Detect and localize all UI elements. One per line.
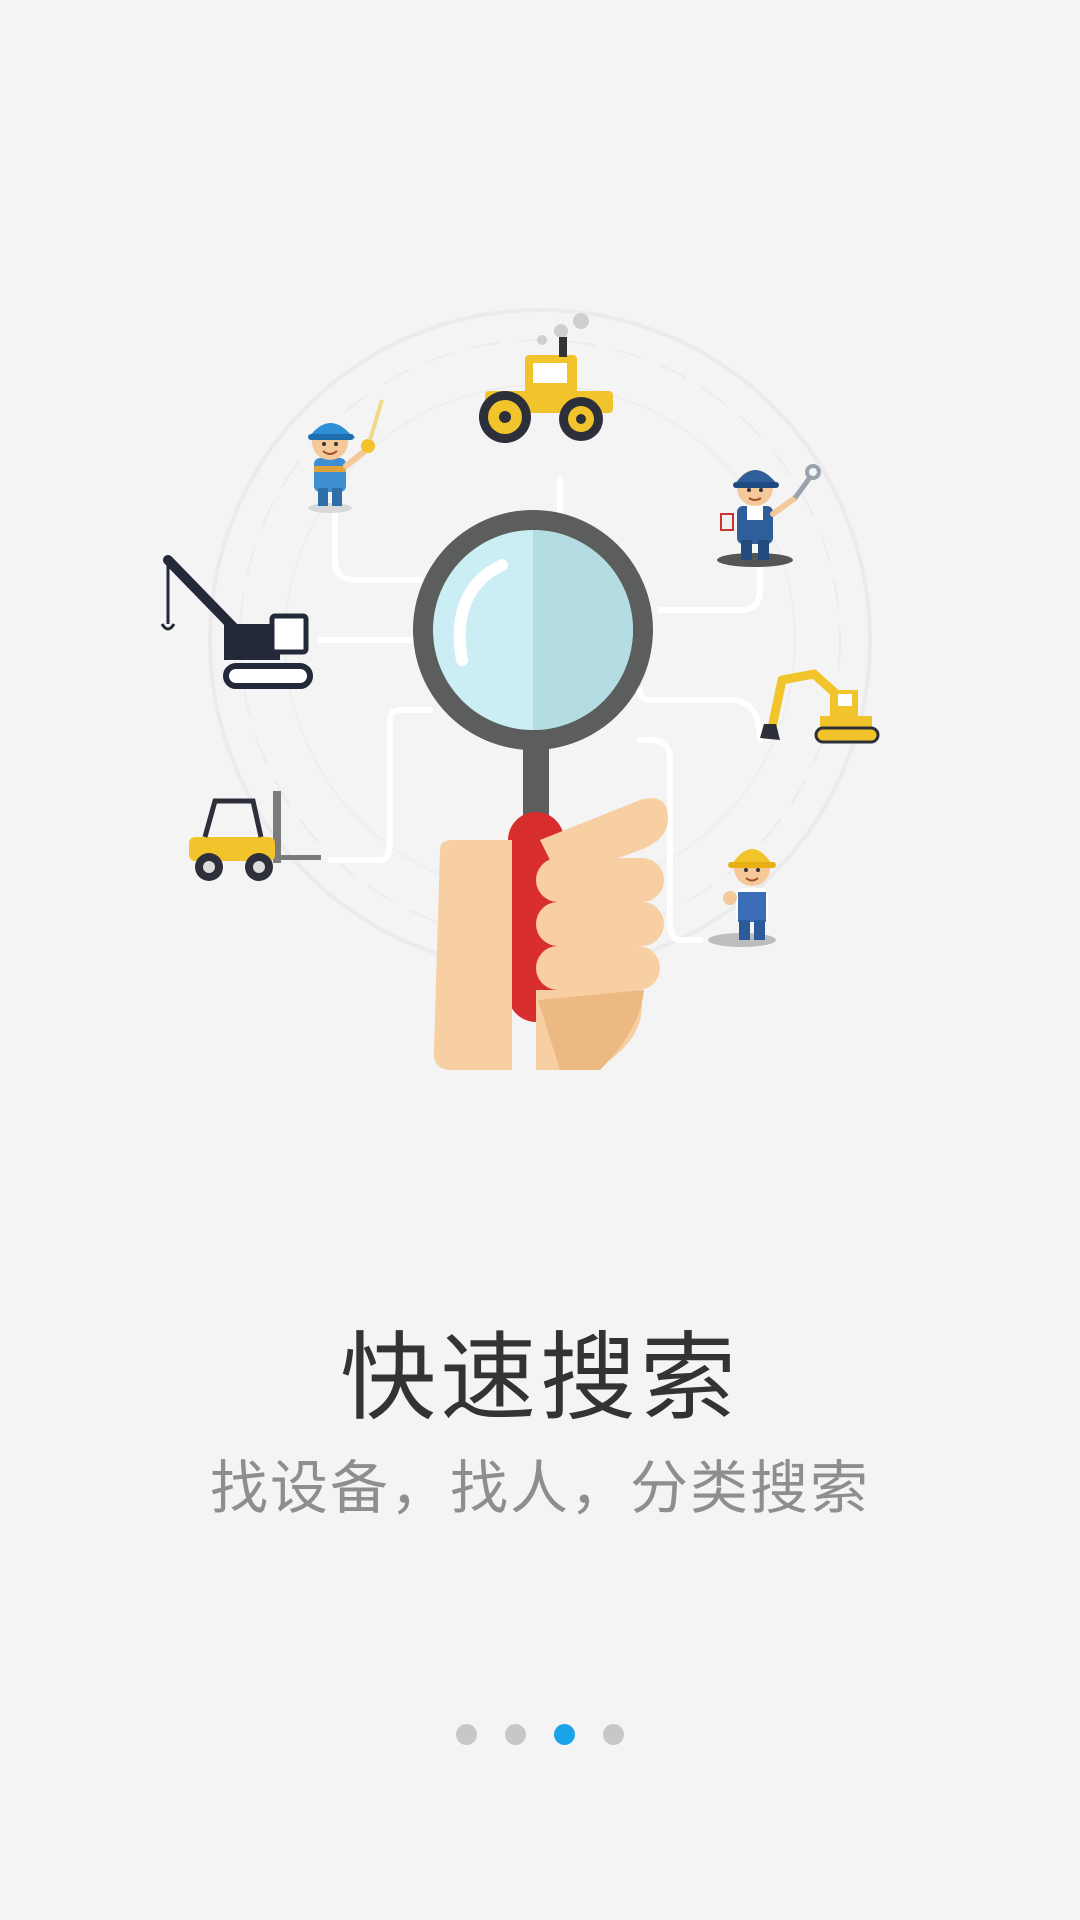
page-subtitle: 找设备，找人，分类搜索 (209, 1454, 870, 1522)
worker-hardhat-icon (708, 849, 776, 947)
magnifying-glass-icon (413, 510, 653, 830)
worker-tape-icon (308, 399, 384, 513)
page-dot-3-active[interactable] (554, 1724, 575, 1745)
page-indicator (0, 1724, 1080, 1748)
road-roller-icon (479, 313, 613, 443)
page-title: 快速搜索 (340, 1322, 740, 1434)
hand-icon (433, 798, 668, 1070)
worker-wrench-icon (717, 464, 821, 567)
excavator-icon (760, 669, 880, 744)
search-illustration (160, 308, 880, 1070)
crane-icon (160, 555, 313, 689)
page-dot-2[interactable] (505, 1724, 526, 1745)
onboarding-screen[interactable]: 快速搜索 找设备，找人，分类搜索 (0, 0, 1080, 1920)
page-dot-4[interactable] (603, 1724, 624, 1745)
page-dot-1[interactable] (456, 1724, 477, 1745)
